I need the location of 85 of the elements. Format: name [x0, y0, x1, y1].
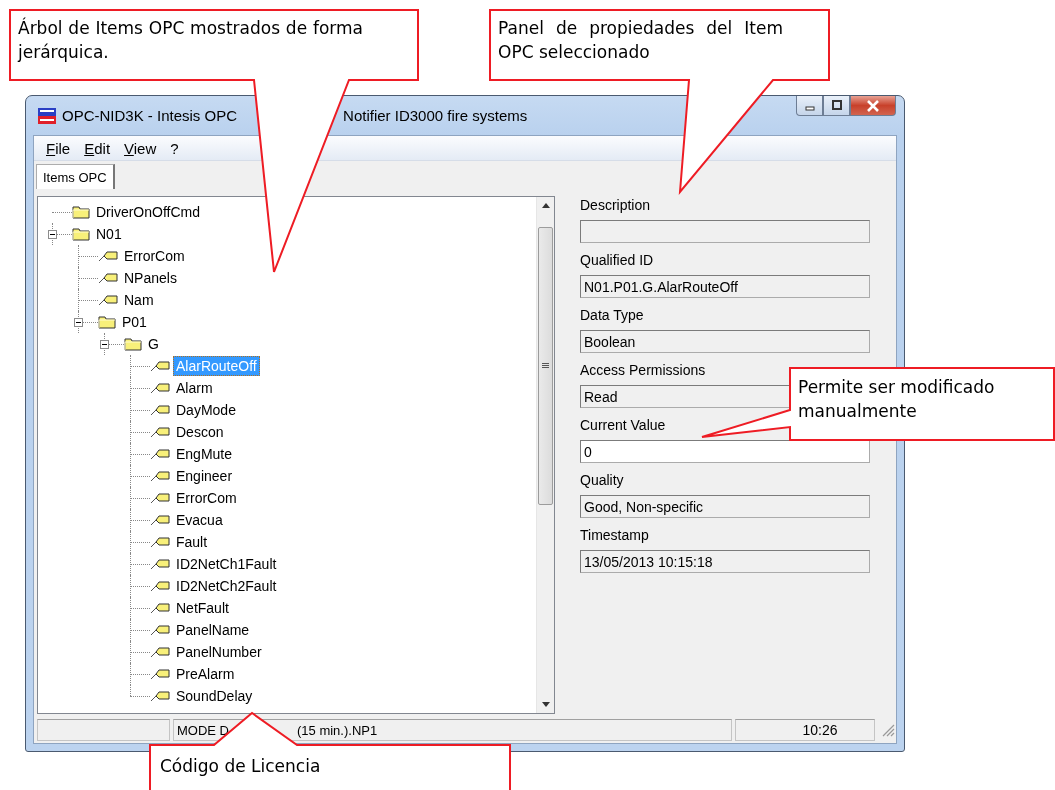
- tag-icon: [150, 690, 170, 702]
- window-title: OPC-NID3K - Intesis OPC: [62, 107, 238, 124]
- tag-icon: [150, 602, 170, 614]
- tag-icon: [150, 492, 170, 504]
- tree-item[interactable]: Descon: [173, 422, 227, 442]
- tree-item[interactable]: Fault: [173, 532, 211, 552]
- tree-item[interactable]: Engineer: [173, 466, 236, 486]
- tag-icon: [150, 536, 170, 548]
- tab[interactable]: Items OPC: [36, 164, 115, 189]
- close-icon: [866, 99, 880, 112]
- property-field[interactable]: [580, 220, 870, 243]
- up-arrow-icon: [541, 203, 550, 208]
- tree-item[interactable]: ErrorCom: [121, 246, 188, 266]
- tag-icon: [150, 448, 170, 460]
- tree-item[interactable]: PanelName: [173, 620, 253, 640]
- tree-item[interactable]: SoundDelay: [173, 686, 256, 706]
- menu-item[interactable]: Edit: [77, 139, 118, 157]
- property-field[interactable]: 13/05/2013 10:15:18: [580, 550, 870, 573]
- grip-icon: [542, 363, 549, 369]
- callout-tooltip-text: Código de Licencia: [160, 755, 322, 778]
- tag-icon: [150, 382, 170, 394]
- property-field[interactable]: 0: [580, 440, 870, 463]
- close-button[interactable]: [850, 96, 896, 116]
- folder-icon: [72, 227, 90, 241]
- tag-icon: [98, 272, 118, 284]
- tag-icon: [150, 426, 170, 438]
- property-field[interactable]: Good, Non-specific: [580, 495, 870, 518]
- down-arrow-icon: [541, 702, 550, 707]
- tag-icon: [150, 404, 170, 416]
- tree-item[interactable]: Nam: [121, 290, 157, 310]
- tree-item[interactable]: ErrorCom: [173, 488, 240, 508]
- minimize-button[interactable]: [796, 96, 823, 116]
- field-label: Qualified ID: [580, 251, 655, 269]
- tree-item[interactable]: ID2NetCh2Fault: [173, 576, 280, 596]
- tree-item[interactable]: N01: [93, 224, 125, 244]
- field-label: Access Permissions: [580, 361, 707, 379]
- app-icon: [38, 107, 56, 124]
- menu-item[interactable]: File: [39, 139, 78, 157]
- window-title: Notifier ID3000 fire systems: [343, 107, 528, 124]
- status-text: (15 min.).NP1: [297, 722, 378, 738]
- folder-icon: [98, 315, 116, 329]
- resize-grip-icon: [881, 723, 895, 737]
- field-label: Current Value: [580, 416, 667, 434]
- tree-item[interactable]: DriverOnOffCmd: [93, 202, 203, 222]
- maximize-button[interactable]: [823, 96, 850, 116]
- tag-icon: [98, 250, 118, 262]
- folder-icon: [124, 337, 142, 351]
- field-label: Quality: [580, 471, 625, 489]
- tree-item[interactable]: P01: [119, 312, 150, 332]
- field-label: Timestamp: [580, 526, 650, 544]
- tree-item[interactable]: PreAlarm: [173, 664, 238, 684]
- callout-tooltip-text: Panel de propiedades del Item OPC seleccionado: [498, 17, 783, 64]
- status-time: 10:26: [735, 719, 875, 741]
- collapse-icon[interactable]: [48, 230, 57, 239]
- tag-icon: [98, 294, 118, 306]
- tree-item[interactable]: EngMute: [173, 444, 236, 464]
- tag-icon: [150, 360, 170, 372]
- menu-item[interactable]: ?: [163, 139, 186, 157]
- collapse-icon[interactable]: [100, 340, 109, 349]
- tree-item[interactable]: Evacua: [173, 510, 226, 530]
- callout-tooltip-text: Árbol de Items OPC mostrados de forma jerárquica.: [18, 16, 363, 64]
- scroll-thumb[interactable]: [538, 227, 553, 505]
- maximize-icon: [830, 100, 843, 111]
- tree-item[interactable]: G: [145, 334, 162, 354]
- tree-item[interactable]: ID2NetCh1Fault: [173, 554, 280, 574]
- tag-icon: [150, 470, 170, 482]
- menu-item[interactable]: View: [117, 139, 164, 157]
- tree-item[interactable]: Alarm: [173, 378, 216, 398]
- tag-icon: [150, 514, 170, 526]
- tree-item[interactable]: PanelNumber: [173, 642, 265, 662]
- status-text: MODE D: [177, 722, 229, 738]
- tag-icon: [150, 580, 170, 592]
- collapse-icon[interactable]: [74, 318, 83, 327]
- property-field[interactable]: Boolean: [580, 330, 870, 353]
- tree-item[interactable]: NetFault: [173, 598, 232, 618]
- property-field[interactable]: N01.P01.G.AlarRouteOff: [580, 275, 870, 298]
- folder-icon: [72, 205, 90, 219]
- tree-item[interactable]: DayMode: [173, 400, 239, 420]
- tree-item[interactable]: NPanels: [121, 268, 180, 288]
- tag-icon: [150, 558, 170, 570]
- tag-icon: [150, 668, 170, 680]
- field-label: Description: [580, 196, 652, 214]
- field-label: Data Type: [580, 306, 645, 324]
- tag-icon: [150, 624, 170, 636]
- tag-icon: [150, 646, 170, 658]
